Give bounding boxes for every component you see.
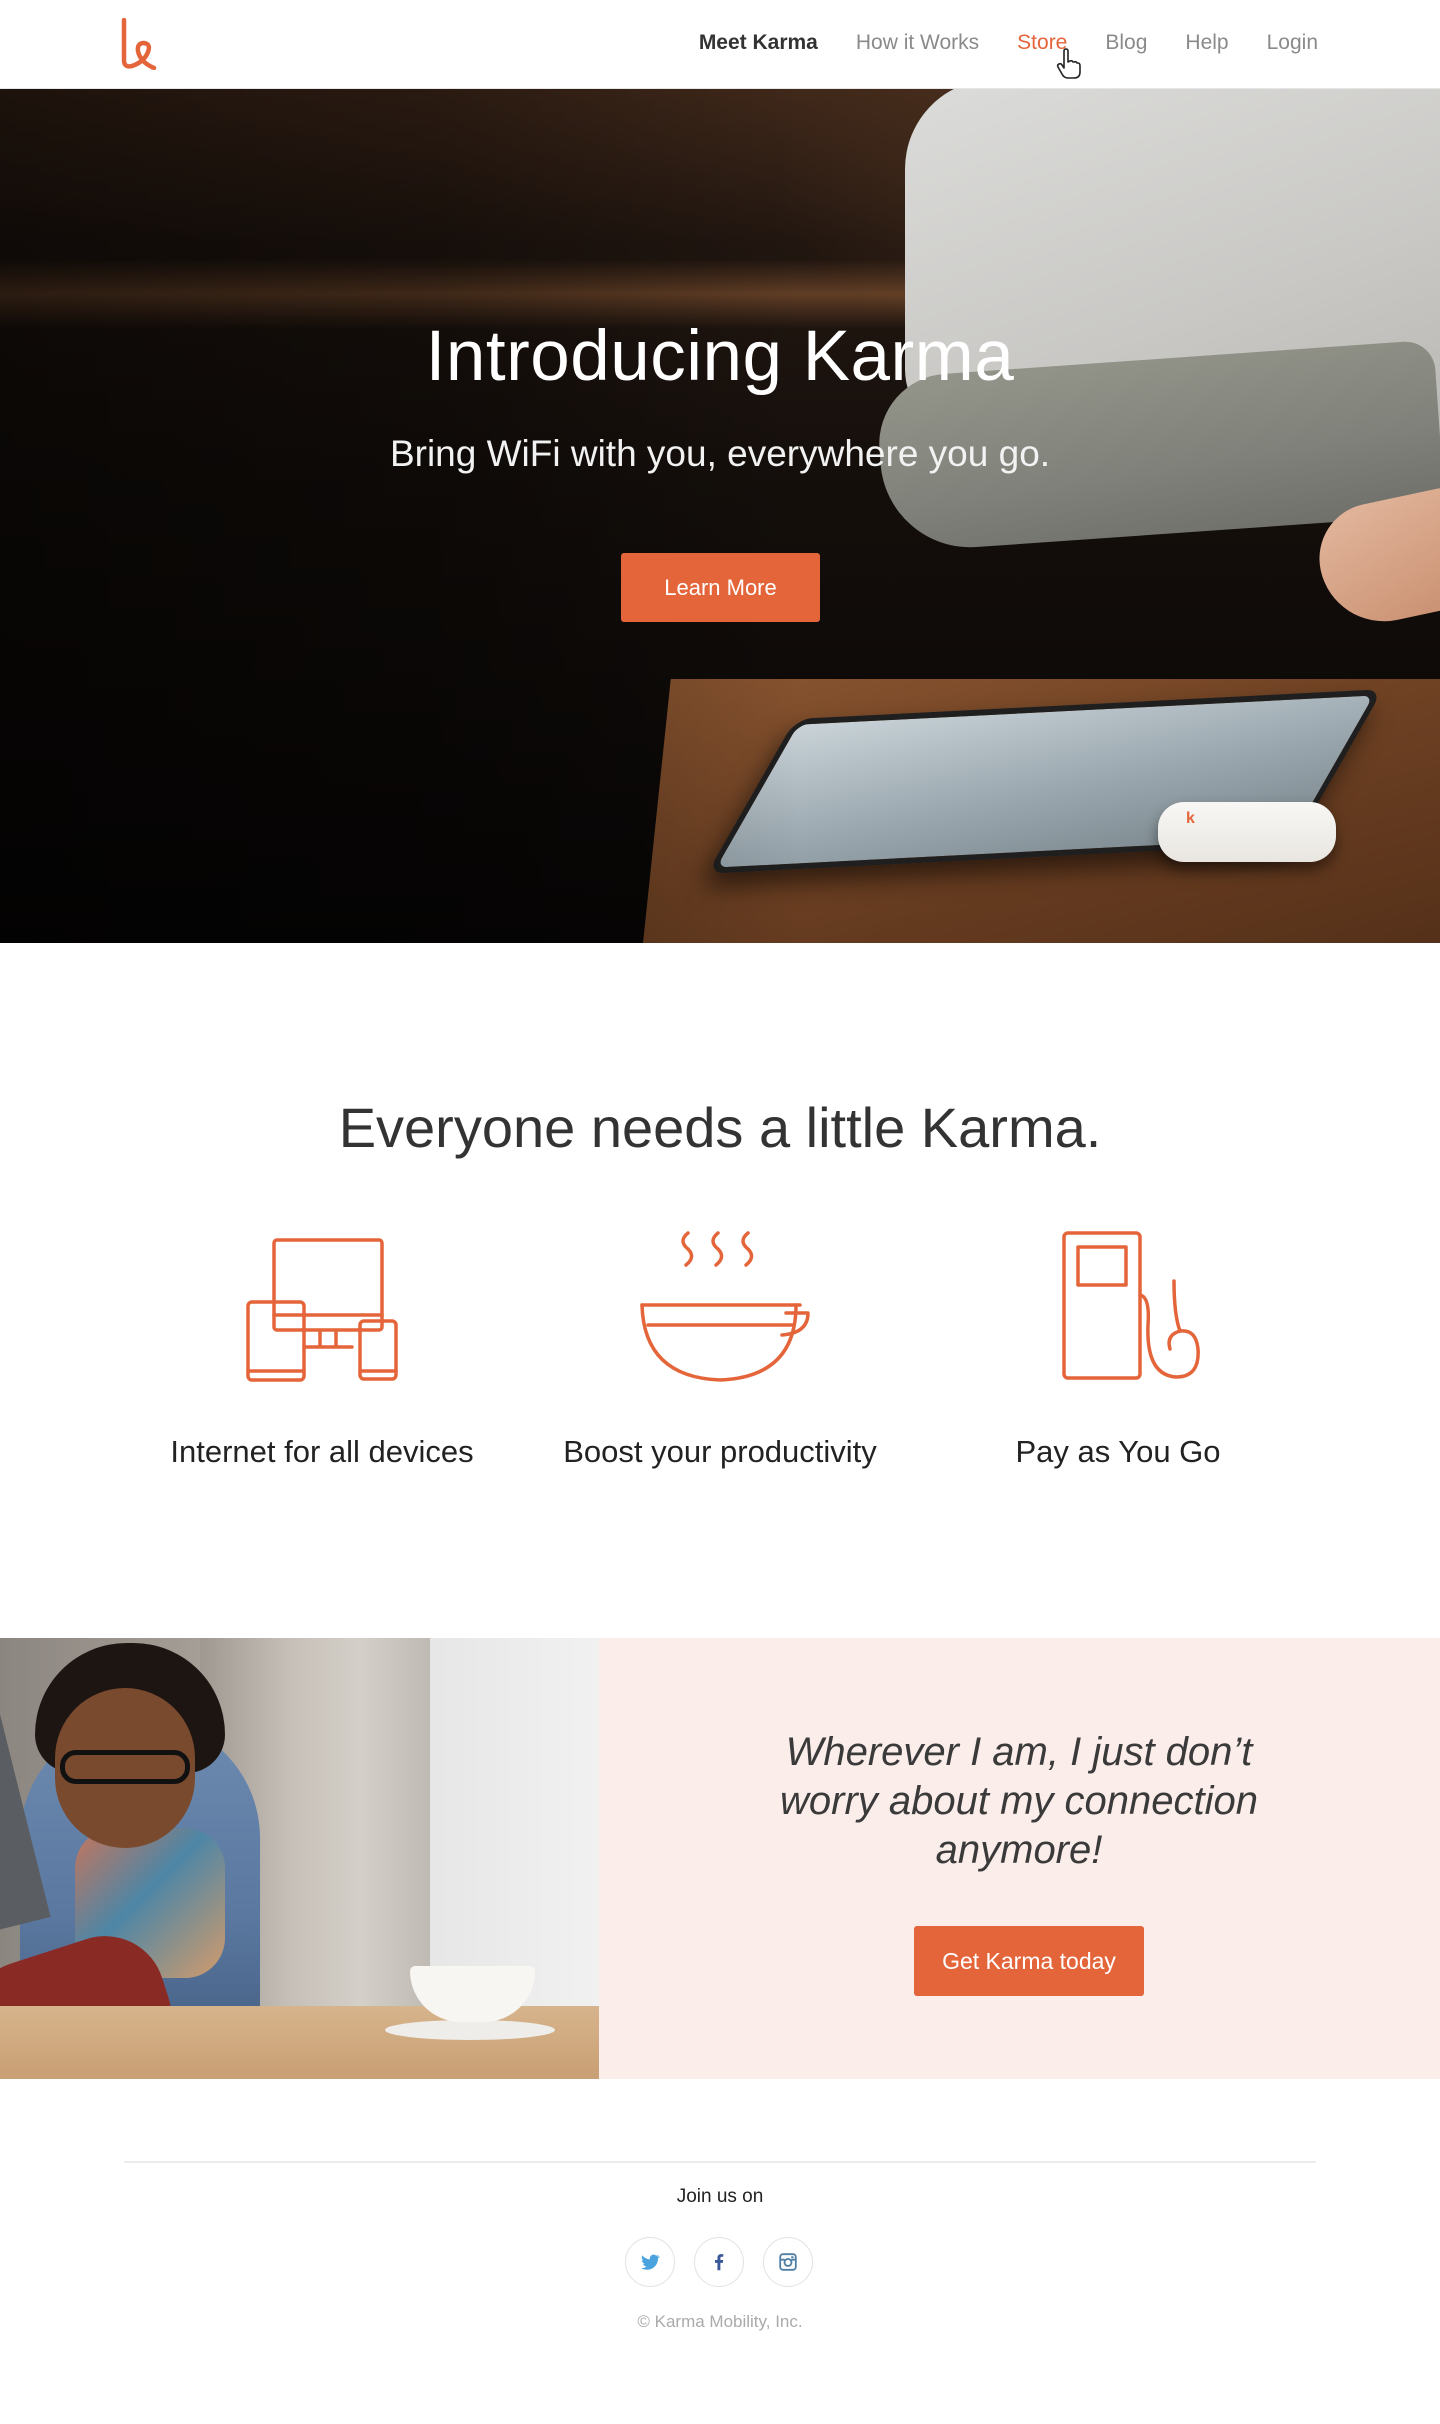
features-title: Everyone needs a little Karma. — [338, 1096, 1102, 1159]
fuel-pump-icon — [1062, 1231, 1200, 1380]
photo-table — [0, 2006, 599, 2079]
nav-item-login[interactable]: Login — [1267, 31, 1318, 55]
quote-panel: Wherever I am, I just don’t worry about … — [599, 1638, 1440, 2079]
learn-more-button[interactable]: Learn More — [621, 553, 820, 622]
feature-label: Boost your productivity — [563, 1434, 877, 1469]
devices-icon — [246, 1238, 398, 1382]
hero-overlay — [0, 89, 800, 943]
twitter-link[interactable] — [625, 2237, 675, 2287]
nav-item-meet-karma[interactable]: Meet Karma — [699, 31, 818, 55]
nav-links: Meet Karma How it Works Store Blog Help … — [699, 0, 1318, 86]
feature-label: Pay as You Go — [1015, 1434, 1221, 1469]
twitter-icon — [641, 2254, 660, 2270]
feature-pay-as-you-go: Pay as You Go — [918, 1225, 1318, 1470]
hand-pointer-icon — [1056, 48, 1081, 79]
hero-section: k Introducing Karma Bring WiFi with you,… — [0, 89, 1440, 943]
testimonial-photo — [0, 1638, 599, 2079]
testimonial-quote: Wherever I am, I just don’t worry about … — [779, 1730, 1258, 1872]
feature-productivity: Boost your productivity — [520, 1225, 920, 1470]
feature-devices: Internet for all devices — [122, 1225, 522, 1470]
hero-subtitle: Bring WiFi with you, everywhere you go. — [389, 433, 1051, 474]
nav-item-how-it-works[interactable]: How it Works — [856, 31, 979, 55]
hero-title: Introducing Karma — [425, 317, 1015, 396]
copyright-text: © Karma Mobility, Inc. — [637, 2312, 803, 2331]
hero-karma-hotspot-device: k — [1158, 802, 1336, 862]
nav-item-help[interactable]: Help — [1185, 31, 1228, 55]
testimonial-section: Wherever I am, I just don’t worry about … — [0, 1638, 1440, 2079]
facebook-link[interactable] — [694, 2237, 744, 2287]
nav-item-blog[interactable]: Blog — [1105, 31, 1147, 55]
footer-divider — [124, 2161, 1316, 2163]
feature-label: Internet for all devices — [170, 1434, 474, 1469]
instagram-link[interactable] — [763, 2237, 813, 2287]
karma-logo-icon[interactable] — [118, 18, 158, 70]
facebook-icon — [714, 2254, 724, 2271]
coffee-cup-icon — [640, 1231, 810, 1382]
get-karma-button[interactable]: Get Karma today — [914, 1926, 1144, 1996]
photo-glasses — [60, 1750, 190, 1784]
photo-saucer — [385, 2020, 555, 2040]
top-navigation: Meet Karma How it Works Store Blog Help … — [0, 0, 1440, 89]
footer-join-label: Join us on — [676, 2186, 764, 2207]
hotspot-logo-mark: k — [1186, 810, 1195, 827]
instagram-icon — [779, 2253, 797, 2271]
